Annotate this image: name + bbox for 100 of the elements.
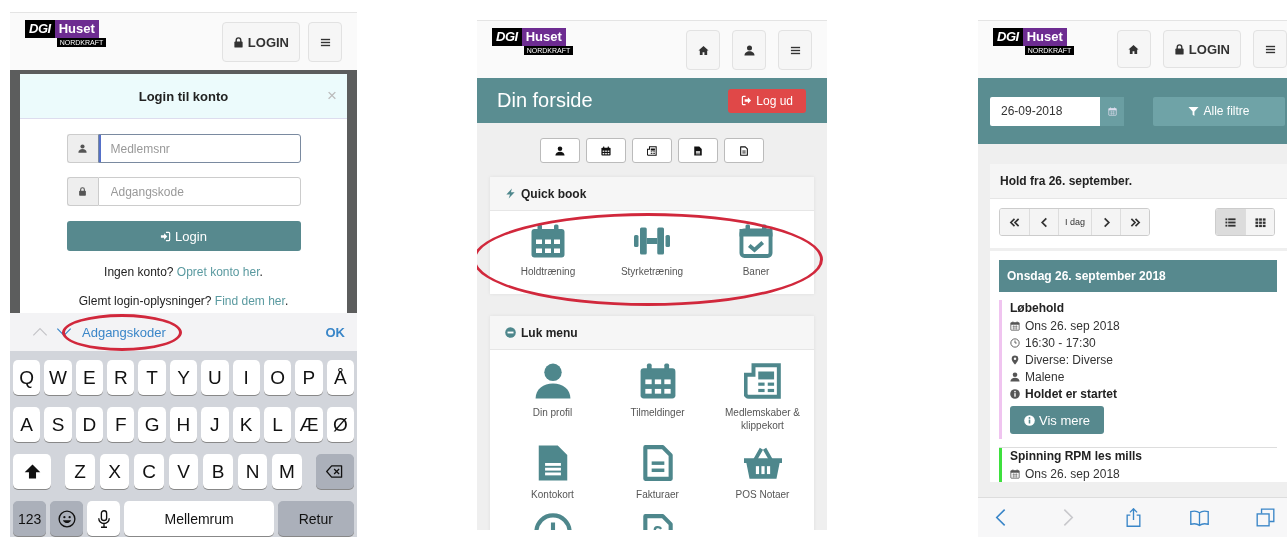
newspaper-icon bbox=[647, 145, 657, 156]
key[interactable]: Æ bbox=[295, 407, 323, 442]
key[interactable]: M bbox=[272, 454, 302, 489]
shortcut-button[interactable] bbox=[632, 138, 672, 163]
numbers-key[interactable]: 123 bbox=[13, 501, 47, 536]
key[interactable]: V bbox=[168, 454, 199, 489]
user-button[interactable] bbox=[732, 30, 766, 70]
double-chevron-left-icon bbox=[1009, 216, 1020, 228]
login-button[interactable]: LOGIN bbox=[221, 22, 300, 62]
key[interactable]: T bbox=[138, 360, 166, 395]
shortcut-button[interactable] bbox=[678, 138, 718, 163]
key[interactable]: R bbox=[107, 360, 135, 395]
smiley-icon bbox=[57, 509, 76, 528]
page-title: Din forside bbox=[497, 89, 593, 112]
document-icon bbox=[739, 145, 749, 156]
key[interactable]: Ø bbox=[326, 407, 354, 442]
key[interactable]: E bbox=[75, 360, 104, 395]
tile-label[interactable]: POS Notaer bbox=[735, 488, 790, 501]
event-title: Spinning RPM les mills bbox=[1010, 448, 1143, 465]
calendar-icon[interactable] bbox=[530, 223, 566, 259]
details-button[interactable]: Vis mere bbox=[1010, 406, 1104, 434]
dialog-title: Login til konto bbox=[138, 88, 229, 104]
logout-button[interactable]: Log ud bbox=[728, 88, 806, 113]
user-icon[interactable] bbox=[533, 362, 572, 400]
forgot-text: Glemt login-oplysninger? Find dem her. bbox=[78, 294, 289, 308]
key[interactable]: S bbox=[44, 407, 72, 442]
key[interactable]: H bbox=[169, 407, 198, 442]
key[interactable]: I bbox=[232, 360, 260, 395]
return-key[interactable]: Retur bbox=[277, 501, 354, 536]
date-field[interactable]: 26-09-2018 bbox=[990, 96, 1100, 126]
shortcut-button[interactable] bbox=[724, 138, 764, 163]
key[interactable]: W bbox=[44, 360, 72, 395]
logo-mark: DGI bbox=[25, 20, 55, 38]
shortcut-button[interactable] bbox=[540, 138, 580, 163]
backspace-key[interactable] bbox=[315, 454, 355, 489]
key[interactable]: D bbox=[75, 407, 104, 442]
calendar-icon bbox=[601, 145, 611, 156]
pager-button[interactable] bbox=[1029, 209, 1058, 235]
key[interactable]: Y bbox=[169, 360, 198, 395]
key[interactable]: O bbox=[263, 360, 292, 395]
calendar-icon bbox=[1010, 468, 1020, 479]
event-detail: 16:30 - 17:30 bbox=[1025, 335, 1096, 350]
key[interactable]: P bbox=[295, 360, 323, 395]
menu-icon bbox=[319, 36, 331, 48]
tile-label[interactable]: Din profil bbox=[532, 406, 573, 419]
info-icon bbox=[1010, 388, 1020, 399]
key[interactable]: N bbox=[237, 454, 268, 489]
lock-icon bbox=[1173, 43, 1185, 55]
key[interactable]: Q bbox=[13, 360, 41, 395]
tile-label[interactable]: Holdtræning bbox=[520, 265, 576, 278]
key[interactable]: G bbox=[138, 407, 166, 442]
tile-label[interactable]: Kontokort bbox=[531, 488, 574, 501]
key[interactable]: K bbox=[232, 407, 260, 442]
input-field[interactable]: Adgangskode bbox=[97, 177, 301, 206]
tile-label[interactable]: Tilmeldinger bbox=[630, 406, 685, 419]
tile-label[interactable]: Fakturaer bbox=[636, 488, 679, 501]
lock-icon bbox=[232, 36, 244, 48]
home-icon bbox=[1128, 43, 1140, 55]
share-icon[interactable] bbox=[1124, 508, 1143, 527]
calendar-check-icon[interactable] bbox=[738, 223, 774, 259]
newspaper-icon[interactable] bbox=[743, 362, 782, 400]
tile-label[interactable]: Baner bbox=[742, 265, 770, 278]
map-marker-icon bbox=[1010, 354, 1020, 365]
sign-in-icon bbox=[160, 230, 172, 242]
key[interactable]: L bbox=[263, 407, 292, 442]
done-button[interactable]: OK bbox=[325, 324, 345, 340]
shortcut-button[interactable] bbox=[586, 138, 626, 163]
input-field[interactable]: Medlemsnr bbox=[97, 134, 301, 163]
view-toggle[interactable] bbox=[1216, 209, 1245, 235]
home-button[interactable] bbox=[1116, 30, 1151, 68]
tile-label[interactable]: Styrketræning bbox=[620, 265, 684, 278]
space-key[interactable]: Mellemrum bbox=[124, 501, 274, 536]
key[interactable]: C bbox=[134, 454, 164, 489]
microphone-key[interactable] bbox=[87, 501, 121, 536]
key[interactable]: X bbox=[99, 454, 130, 489]
login-button[interactable]: LOGIN bbox=[1162, 30, 1241, 68]
key[interactable]: Z bbox=[65, 454, 95, 489]
key[interactable]: B bbox=[203, 454, 233, 489]
key[interactable]: A bbox=[13, 407, 41, 442]
pager-button[interactable] bbox=[1120, 209, 1150, 235]
filter-icon bbox=[1188, 105, 1200, 117]
tile-label[interactable]: Medlemskaber & klippekort bbox=[710, 406, 815, 432]
login-button[interactable]: Login bbox=[66, 221, 301, 251]
shift-key[interactable] bbox=[13, 454, 52, 489]
pager-button[interactable] bbox=[1000, 209, 1029, 235]
password-suggestion[interactable]: Adgangskoder bbox=[82, 325, 166, 340]
key[interactable]: Å bbox=[326, 360, 354, 395]
calendar-icon[interactable] bbox=[638, 362, 677, 400]
day-header: Onsdag 26. september 2018 bbox=[999, 260, 1277, 292]
key[interactable]: F bbox=[107, 407, 135, 442]
key[interactable]: J bbox=[201, 407, 229, 442]
view-toggle[interactable] bbox=[1245, 209, 1274, 235]
book-icon[interactable] bbox=[1190, 508, 1209, 527]
menu-button[interactable] bbox=[1253, 30, 1287, 68]
emoji-key[interactable] bbox=[50, 501, 84, 536]
key[interactable]: U bbox=[201, 360, 229, 395]
home-button[interactable] bbox=[686, 30, 720, 70]
today-button[interactable]: I dag bbox=[1058, 209, 1092, 235]
shift-icon bbox=[23, 463, 41, 480]
tabs-icon[interactable] bbox=[1256, 508, 1275, 527]
